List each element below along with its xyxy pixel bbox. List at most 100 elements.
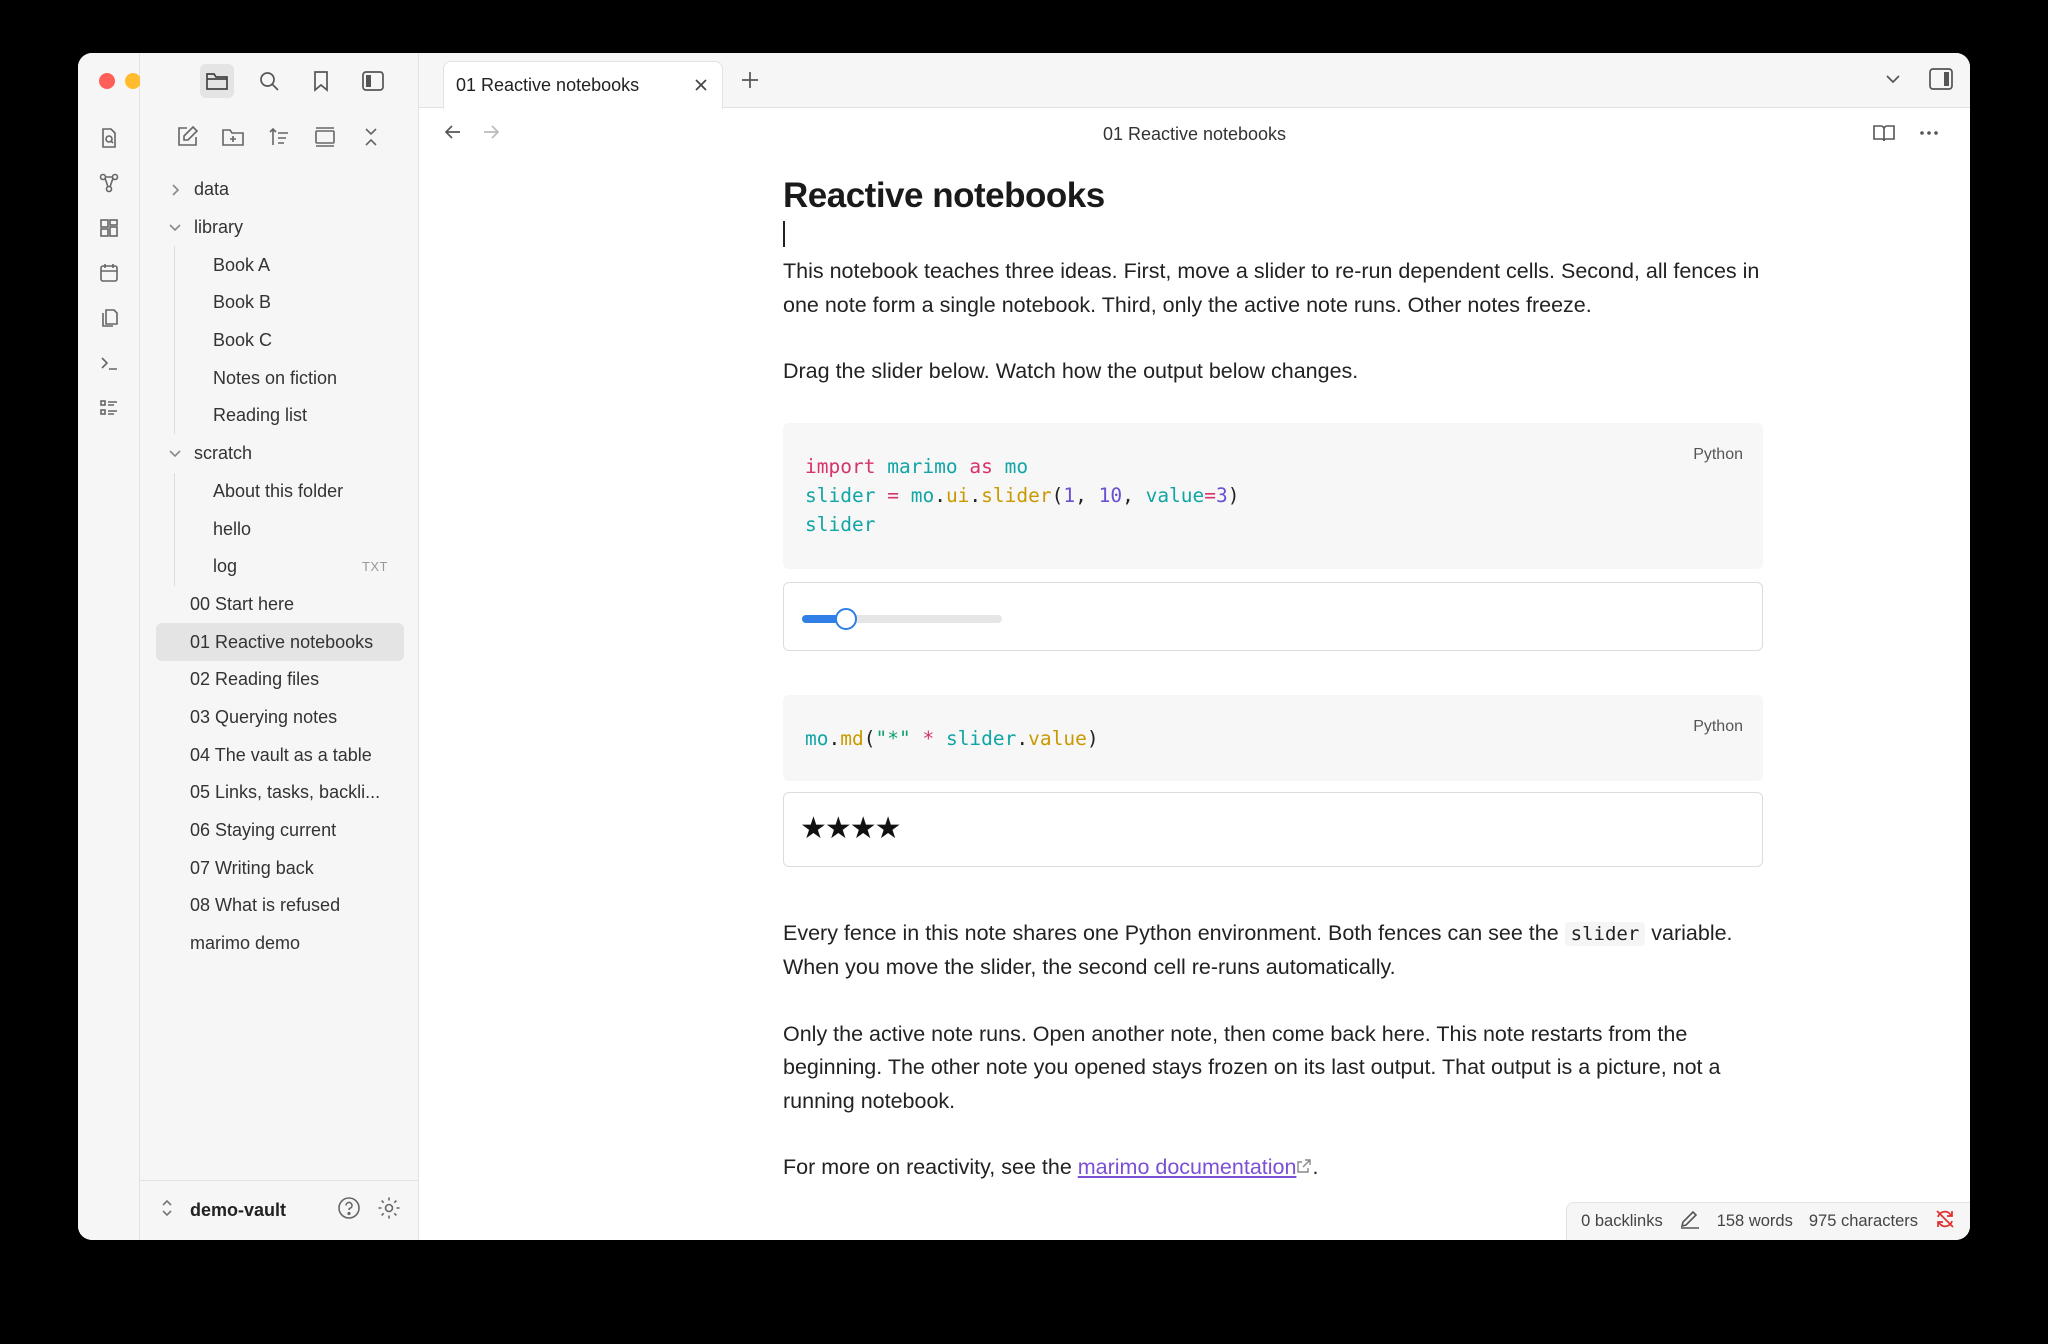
- sidebar-tabs: [140, 53, 418, 108]
- explorer-actions: [140, 123, 418, 151]
- graph-view-icon[interactable]: [94, 168, 124, 198]
- toggle-right-sidebar-icon[interactable]: [1928, 67, 1954, 96]
- help-icon[interactable]: [336, 1195, 362, 1226]
- minimize-window-button[interactable]: [125, 73, 141, 89]
- open-quick-switcher-icon[interactable]: [94, 123, 124, 153]
- sync-error-icon[interactable]: [1934, 1208, 1956, 1235]
- folder-library[interactable]: library: [156, 209, 404, 247]
- view-title[interactable]: 01 Reactive notebooks: [419, 124, 1970, 145]
- more-options-icon[interactable]: [1918, 122, 1940, 149]
- reading-view-book-icon[interactable]: [1872, 122, 1896, 149]
- sort-order-icon[interactable]: [265, 123, 293, 151]
- inline-code: slider: [1564, 921, 1646, 946]
- toggle-sidebar-icon[interactable]: [356, 64, 390, 98]
- settings-gear-icon[interactable]: [376, 1195, 402, 1226]
- cell-output-stars: ★★★★: [783, 791, 1763, 867]
- code-cell-2[interactable]: Python mo.md("*" * slider.value): [783, 694, 1763, 781]
- app-window: data library Book A Book B Book C Notes …: [78, 53, 1970, 1240]
- code-line: mo.md("*" * slider.value): [805, 726, 1099, 750]
- bookmark-icon[interactable]: [304, 64, 338, 98]
- search-icon[interactable]: [252, 64, 286, 98]
- folder-icon[interactable]: [200, 63, 234, 98]
- file-label: hello: [213, 518, 252, 539]
- code-cell-1[interactable]: Python import marimo as mo slider = mo.u…: [783, 422, 1763, 569]
- chevron-down-icon: [164, 222, 186, 234]
- file-label: 03 Querying notes: [190, 706, 338, 727]
- folder-data[interactable]: data: [156, 171, 404, 209]
- collapse-all-icon[interactable]: [357, 123, 385, 151]
- folder-label: library: [194, 217, 244, 238]
- file-book-a[interactable]: Book A: [156, 246, 404, 284]
- file-book-b[interactable]: Book B: [156, 284, 404, 322]
- main-pane: 01 Reactive notebooks 01 Reactive notebo…: [419, 53, 1970, 1240]
- edit-mode-pencil-icon[interactable]: [1679, 1209, 1701, 1234]
- marimo-documentation-link[interactable]: marimo documentation: [1078, 1155, 1297, 1179]
- file-label: log: [213, 556, 238, 577]
- folder-label: scratch: [194, 443, 253, 464]
- file-label: 00 Start here: [190, 593, 295, 614]
- file-about-this-folder[interactable]: About this folder: [156, 473, 404, 511]
- file-label: 05 Links, tasks, backli...: [190, 782, 381, 803]
- chevron-up-down-icon: [160, 1198, 174, 1223]
- chevron-right-icon: [164, 183, 186, 197]
- file-05-links-tasks[interactable]: 05 Links, tasks, backli...: [156, 774, 404, 812]
- chevron-down-icon: [164, 448, 186, 460]
- paragraph-intro: This notebook teaches three ideas. First…: [783, 259, 1760, 317]
- ribbon-icons: [78, 123, 140, 423]
- file-explorer-sidebar: data library Book A Book B Book C Notes …: [140, 53, 419, 1240]
- file-label: Book A: [213, 254, 271, 275]
- language-label: Python: [1693, 717, 1743, 735]
- file-06-staying-current[interactable]: 06 Staying current: [156, 812, 404, 850]
- file-08-what-is-refused[interactable]: 08 What is refused: [156, 887, 404, 925]
- file-log[interactable]: log TXT: [156, 548, 404, 586]
- new-note-icon[interactable]: [173, 123, 201, 151]
- external-link-icon: [1296, 1155, 1312, 1179]
- code-line: slider: [805, 512, 876, 536]
- view-header: 01 Reactive notebooks: [419, 108, 1970, 158]
- slider-track[interactable]: [802, 607, 1002, 630]
- folder-scratch[interactable]: scratch: [156, 435, 404, 473]
- file-label: Reading list: [213, 405, 308, 426]
- file-label: Book C: [213, 330, 273, 351]
- vault-switcher[interactable]: demo-vault: [140, 1180, 418, 1240]
- file-01-reactive-notebooks[interactable]: 01 Reactive notebooks: [156, 623, 404, 661]
- copy-pages-icon[interactable]: [94, 303, 124, 333]
- file-00-start-here[interactable]: 00 Start here: [156, 586, 404, 624]
- paragraph-instructions: Drag the slider below. Watch how the out…: [783, 359, 1359, 383]
- close-tab-icon[interactable]: [692, 76, 710, 99]
- file-marimo-demo[interactable]: marimo demo: [156, 925, 404, 963]
- canvas-icon[interactable]: [94, 213, 124, 243]
- text-cursor: [783, 221, 785, 247]
- file-label: 08 What is refused: [190, 895, 341, 916]
- file-reading-list[interactable]: Reading list: [156, 397, 404, 435]
- file-book-c[interactable]: Book C: [156, 322, 404, 360]
- close-window-button[interactable]: [99, 73, 115, 89]
- folder-label: data: [194, 179, 230, 200]
- new-tab-plus-icon[interactable]: [739, 69, 761, 96]
- tab-list-chevron-down-icon[interactable]: [1884, 70, 1902, 93]
- calendar-icon[interactable]: [94, 258, 124, 288]
- file-hello[interactable]: hello: [156, 510, 404, 548]
- file-label: 07 Writing back: [190, 857, 314, 878]
- file-label: Book B: [213, 292, 272, 313]
- tab-01-reactive-notebooks[interactable]: 01 Reactive notebooks: [443, 61, 723, 109]
- file-03-querying-notes[interactable]: 03 Querying notes: [156, 699, 404, 737]
- tab-bar: 01 Reactive notebooks: [419, 53, 1970, 109]
- terminal-icon[interactable]: [94, 348, 124, 378]
- character-count: 975 characters: [1808, 1212, 1918, 1230]
- file-02-reading-files[interactable]: 02 Reading files: [156, 661, 404, 699]
- vault-name: demo-vault: [190, 1200, 287, 1220]
- file-04-vault-as-table[interactable]: 04 The vault as a table: [156, 736, 404, 774]
- file-notes-on-fiction[interactable]: Notes on fiction: [156, 359, 404, 397]
- language-label: Python: [1693, 445, 1743, 463]
- new-folder-icon[interactable]: [219, 123, 247, 151]
- file-label: Notes on fiction: [213, 367, 338, 388]
- backlinks-count[interactable]: 0 backlinks: [1581, 1212, 1663, 1231]
- file-label: About this folder: [213, 480, 344, 501]
- file-07-writing-back[interactable]: 07 Writing back: [156, 849, 404, 887]
- auto-reveal-icon[interactable]: [311, 123, 339, 151]
- slider-thumb[interactable]: [835, 607, 858, 630]
- file-label: 01 Reactive notebooks: [190, 631, 374, 652]
- outline-list-icon[interactable]: [94, 393, 124, 423]
- note-content[interactable]: Reactive notebooks This notebook teaches…: [783, 175, 1763, 1185]
